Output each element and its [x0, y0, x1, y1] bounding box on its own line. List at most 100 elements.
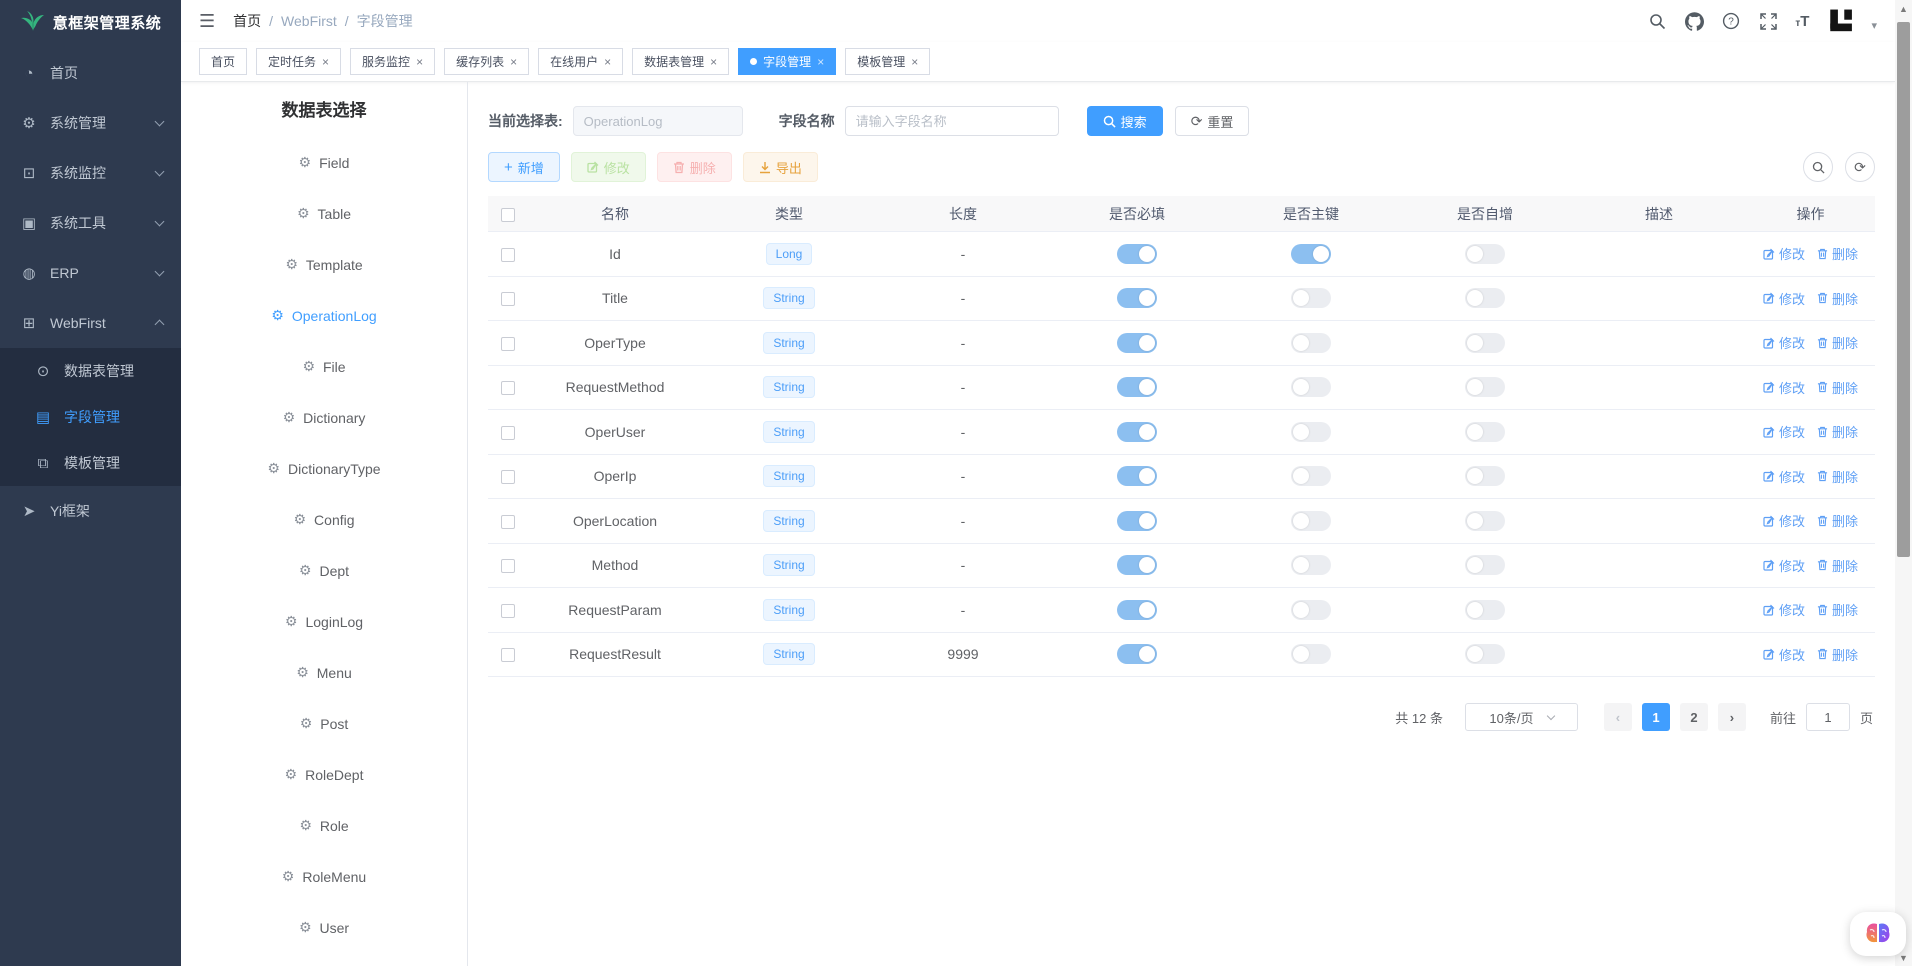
increment-toggle[interactable] [1465, 244, 1505, 264]
ai-assistant-button[interactable] [1850, 912, 1906, 956]
required-toggle[interactable] [1117, 555, 1157, 575]
row-checkbox[interactable] [501, 604, 515, 618]
tab-字段管理[interactable]: 字段管理 × [738, 48, 836, 75]
avatar[interactable] [1826, 6, 1860, 36]
row-checkbox[interactable] [501, 470, 515, 484]
increment-toggle[interactable] [1465, 377, 1505, 397]
tree-item-Template[interactable]: ⚙ Template [181, 239, 467, 290]
required-toggle[interactable] [1117, 422, 1157, 442]
sidebar-item-系统管理[interactable]: ⚙ 系统管理 [0, 98, 181, 148]
close-icon[interactable]: × [322, 56, 329, 68]
row-checkbox[interactable] [501, 337, 515, 351]
primary-toggle[interactable] [1291, 600, 1331, 620]
search-icon[interactable] [1647, 11, 1667, 31]
row-delete-button[interactable]: 删除 [1817, 556, 1858, 575]
required-toggle[interactable] [1117, 288, 1157, 308]
primary-toggle[interactable] [1291, 288, 1331, 308]
row-checkbox[interactable] [501, 648, 515, 662]
tree-item-Table[interactable]: ⚙ Table [181, 188, 467, 239]
close-icon[interactable]: × [416, 56, 423, 68]
tree-item-User[interactable]: ⚙ User [181, 902, 467, 953]
required-toggle[interactable] [1117, 600, 1157, 620]
required-toggle[interactable] [1117, 333, 1157, 353]
tab-缓存列表[interactable]: 缓存列表 × [444, 48, 529, 75]
required-toggle[interactable] [1117, 377, 1157, 397]
caret-down-icon[interactable]: ▾ [1871, 19, 1877, 32]
increment-toggle[interactable] [1465, 511, 1505, 531]
row-edit-button[interactable]: 修改 [1763, 289, 1805, 308]
refresh-button[interactable]: ⟳ [1845, 152, 1875, 182]
close-icon[interactable]: × [510, 56, 517, 68]
page-scrollbar[interactable]: ▲ ▼ [1895, 0, 1912, 966]
increment-toggle[interactable] [1465, 555, 1505, 575]
reset-button[interactable]: ⟳ 重置 [1175, 106, 1250, 136]
tab-数据表管理[interactable]: 数据表管理 × [632, 48, 729, 75]
row-checkbox[interactable] [501, 515, 515, 529]
sidebar-item-首页[interactable]: ◔ 首页 [0, 48, 181, 98]
required-toggle[interactable] [1117, 644, 1157, 664]
app-logo[interactable]: 意框架管理系统 [0, 0, 181, 44]
primary-toggle[interactable] [1291, 466, 1331, 486]
page-button-2[interactable]: 2 [1680, 703, 1708, 731]
primary-toggle[interactable] [1291, 244, 1331, 264]
export-button[interactable]: 导出 [743, 152, 818, 182]
increment-toggle[interactable] [1465, 422, 1505, 442]
delete-button[interactable]: 删除 [657, 152, 732, 182]
tree-item-DictionaryType[interactable]: ⚙ DictionaryType [181, 443, 467, 494]
tree-item-Config[interactable]: ⚙ Config [181, 494, 467, 545]
page-size-select[interactable]: 10条/页 [1465, 703, 1578, 731]
tree-item-Post[interactable]: ⚙ Post [181, 698, 467, 749]
tree-item-Dept[interactable]: ⚙ Dept [181, 545, 467, 596]
tab-模板管理[interactable]: 模板管理 × [845, 48, 930, 75]
primary-toggle[interactable] [1291, 333, 1331, 353]
increment-toggle[interactable] [1465, 466, 1505, 486]
sidebar-item-系统工具[interactable]: ▣ 系统工具 [0, 198, 181, 248]
font-size-icon[interactable]: тT [1795, 13, 1809, 30]
next-page-button[interactable]: › [1718, 703, 1746, 731]
row-edit-button[interactable]: 修改 [1763, 556, 1805, 575]
tree-item-Role[interactable]: ⚙ Role [181, 800, 467, 851]
row-edit-button[interactable]: 修改 [1763, 467, 1805, 486]
scroll-up-icon[interactable]: ▲ [1895, 0, 1912, 17]
row-delete-button[interactable]: 删除 [1817, 333, 1858, 352]
row-delete-button[interactable]: 删除 [1817, 378, 1858, 397]
tree-item-File[interactable]: ⚙ File [181, 341, 467, 392]
field-name-input[interactable] [845, 106, 1059, 136]
close-icon[interactable]: × [604, 56, 611, 68]
row-checkbox[interactable] [501, 292, 515, 306]
tree-item-UserPost[interactable]: ⚙ UserPost [181, 953, 467, 966]
sidebar-subitem-模板管理[interactable]: ⧉ 模板管理 [0, 440, 181, 486]
tree-item-Menu[interactable]: ⚙ Menu [181, 647, 467, 698]
tab-定时任务[interactable]: 定时任务 × [256, 48, 341, 75]
tab-服务监控[interactable]: 服务监控 × [350, 48, 435, 75]
row-delete-button[interactable]: 删除 [1817, 244, 1858, 263]
increment-toggle[interactable] [1465, 600, 1505, 620]
close-icon[interactable]: × [817, 56, 824, 68]
tree-item-OperationLog[interactable]: ⚙ OperationLog [181, 290, 467, 341]
fullscreen-icon[interactable] [1758, 11, 1778, 31]
sidebar-subitem-数据表管理[interactable]: ⊙ 数据表管理 [0, 348, 181, 394]
github-icon[interactable] [1684, 11, 1704, 31]
row-checkbox[interactable] [501, 559, 515, 573]
tab-首页[interactable]: 首页 [199, 48, 247, 75]
tree-item-Dictionary[interactable]: ⚙ Dictionary [181, 392, 467, 443]
tree-item-Field[interactable]: ⚙ Field [181, 137, 467, 188]
search-button[interactable]: 搜索 [1087, 106, 1163, 136]
required-toggle[interactable] [1117, 466, 1157, 486]
primary-toggle[interactable] [1291, 511, 1331, 531]
column-search-button[interactable] [1803, 152, 1833, 182]
sidebar-item-Yi框架[interactable]: ➤ Yi框架 [0, 486, 181, 536]
close-icon[interactable]: × [911, 56, 918, 68]
row-delete-button[interactable]: 删除 [1817, 645, 1858, 664]
row-edit-button[interactable]: 修改 [1763, 422, 1805, 441]
tab-在线用户[interactable]: 在线用户 × [538, 48, 623, 75]
tree-item-RoleMenu[interactable]: ⚙ RoleMenu [181, 851, 467, 902]
select-all-checkbox[interactable] [501, 208, 515, 222]
sidebar-item-系统监控[interactable]: ⊡ 系统监控 [0, 148, 181, 198]
goto-page-input[interactable] [1806, 703, 1850, 731]
row-checkbox[interactable] [501, 381, 515, 395]
row-checkbox[interactable] [501, 248, 515, 262]
row-edit-button[interactable]: 修改 [1763, 333, 1805, 352]
increment-toggle[interactable] [1465, 288, 1505, 308]
increment-toggle[interactable] [1465, 644, 1505, 664]
